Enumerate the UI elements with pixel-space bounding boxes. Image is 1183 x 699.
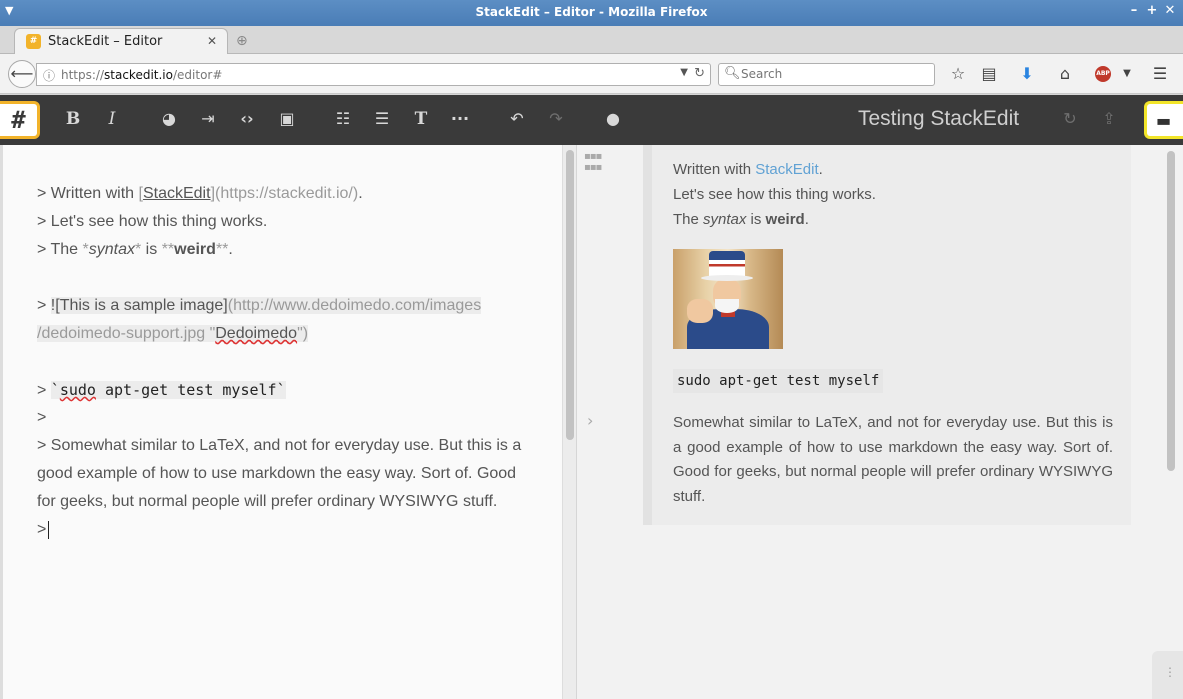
document-title[interactable]: Testing StackEdit bbox=[858, 107, 1019, 131]
tab-bar: # StackEdit – Editor ✕ ⊕ bbox=[0, 26, 1183, 55]
adblock-dropdown-icon[interactable]: ▼ bbox=[1116, 68, 1138, 79]
search-icon: 🔍︎ bbox=[724, 66, 741, 81]
download-icon[interactable]: ⬇ bbox=[1016, 64, 1038, 83]
preview-scrollbar-thumb[interactable] bbox=[1167, 151, 1175, 471]
uncle-sam-image bbox=[673, 249, 783, 349]
pane-gutter: ▪▪▪ ▪▪▪ › bbox=[577, 145, 643, 699]
url-dropdown-icon[interactable]: ▼ bbox=[680, 67, 688, 78]
chevron-right-icon[interactable]: › bbox=[587, 411, 593, 430]
heading-button[interactable]: T bbox=[409, 109, 433, 129]
editor-paragraph: > Somewhat similar to LaTeX, and not for… bbox=[37, 437, 522, 510]
redo-icon[interactable]: ↷ bbox=[544, 109, 568, 128]
stackedit-logo[interactable]: # bbox=[0, 101, 40, 139]
url-bar[interactable]: ⓘ https://stackedit.io/editor# ▼ ↻ bbox=[36, 63, 711, 86]
link-globe-icon[interactable]: ◕ bbox=[157, 109, 181, 128]
preview-code: sudo apt-get test myself bbox=[673, 369, 884, 393]
back-arrow-icon: ⟵ bbox=[10, 64, 34, 83]
undo-icon[interactable]: ↶ bbox=[505, 109, 529, 128]
preview-line: Let's see how this thing works. bbox=[673, 186, 876, 203]
editor-line: > Let's see how this thing works. bbox=[37, 213, 268, 230]
grip-icon[interactable]: ▪▪▪ ▪▪▪ bbox=[584, 151, 602, 173]
editor-line: > Written with [StackEdit](https://stack… bbox=[37, 185, 363, 202]
editor-line: > `sudo apt-get test myself` bbox=[37, 381, 286, 399]
preview-content: Written with StackEdit. Let's see how th… bbox=[673, 157, 1113, 509]
bookmark-star-icon[interactable]: ☆ bbox=[947, 64, 969, 83]
bulleted-list-icon[interactable]: ☰ bbox=[370, 109, 394, 128]
stackedit-favicon-icon: # bbox=[26, 34, 41, 49]
maximize-button[interactable]: + bbox=[1144, 3, 1160, 18]
minimize-button[interactable]: – bbox=[1126, 3, 1142, 18]
panel-toggle-handle[interactable]: ⋮ bbox=[1152, 651, 1183, 699]
documents-button[interactable]: ▬ bbox=[1144, 101, 1183, 139]
editor-line-cursor: > bbox=[37, 516, 527, 544]
tab-label: StackEdit – Editor bbox=[48, 34, 163, 49]
back-button[interactable]: ⟵ bbox=[8, 60, 36, 88]
bold-button[interactable]: B bbox=[61, 109, 85, 129]
preview-paragraph: Somewhat similar to LaTeX, and not for e… bbox=[673, 414, 1113, 505]
editor-line: > The *syntax* is **weird**. bbox=[37, 241, 233, 258]
window-title: StackEdit – Editor - Mozilla Firefox bbox=[475, 5, 708, 19]
vertical-dots-icon: ⋮ bbox=[1164, 665, 1176, 679]
editor-line: > bbox=[37, 409, 47, 426]
adblock-plus-icon[interactable]: ABP bbox=[1095, 66, 1111, 82]
search-input[interactable] bbox=[741, 67, 926, 81]
navigation-toolbar: ⟵ ⓘ https://stackedit.io/editor# ▼ ↻ 🔍︎ … bbox=[0, 54, 1183, 94]
image-icon[interactable]: ▣ bbox=[275, 109, 299, 128]
blockquote-icon[interactable]: ⇥ bbox=[196, 109, 220, 128]
url-text: https://stackedit.io/editor# bbox=[61, 68, 223, 82]
numbered-list-icon[interactable]: ☷ bbox=[331, 109, 355, 128]
hamburger-menu-icon[interactable]: ☰ bbox=[1149, 64, 1171, 83]
horizontal-rule-icon[interactable]: ··· bbox=[448, 109, 472, 128]
editor-scrollbar-thumb[interactable] bbox=[566, 150, 574, 440]
editor-scrollbar[interactable] bbox=[562, 145, 576, 699]
close-window-button[interactable]: ✕ bbox=[1162, 3, 1178, 18]
tab-stackedit[interactable]: # StackEdit – Editor ✕ bbox=[14, 28, 228, 55]
editor-line: /dedoimedo-support.jpg "Dedoimedo") bbox=[37, 325, 309, 342]
editor-blank-line bbox=[37, 348, 527, 376]
sync-icon[interactable]: ↻ bbox=[1058, 109, 1082, 128]
stackedit-link[interactable]: StackEdit bbox=[755, 161, 818, 178]
text-cursor bbox=[48, 520, 50, 539]
site-info-icon[interactable]: ⓘ bbox=[43, 67, 55, 84]
stackedit-app: # B I ◕ ⇥ ‹› ▣ ☷ ☰ T ··· ↶ ↷ ● Testing S… bbox=[0, 95, 1183, 699]
publish-icon[interactable]: ⇪ bbox=[1097, 109, 1121, 128]
reading-list-icon[interactable]: ▤ bbox=[978, 64, 1000, 83]
editor-line: > ![This is a sample image](http://www.d… bbox=[37, 297, 482, 314]
code-icon[interactable]: ‹› bbox=[235, 109, 259, 128]
preview-line: Written with StackEdit. bbox=[673, 161, 823, 178]
folder-icon: ▬ bbox=[1156, 111, 1172, 130]
home-icon[interactable]: ⌂ bbox=[1054, 64, 1076, 83]
italic-button[interactable]: I bbox=[100, 109, 124, 129]
preview-scrollbar[interactable] bbox=[1164, 145, 1178, 699]
close-tab-icon[interactable]: ✕ bbox=[207, 34, 217, 48]
new-tab-icon[interactable]: ⊕ bbox=[236, 33, 248, 49]
editor-toolbar: # B I ◕ ⇥ ‹› ▣ ☷ ☰ T ··· ↶ ↷ ● Testing S… bbox=[0, 95, 1183, 145]
editor-content[interactable]: > Written with [StackEdit](https://stack… bbox=[37, 180, 527, 544]
window-titlebar: ▼ StackEdit – Editor - Mozilla Firefox –… bbox=[0, 0, 1183, 26]
editor-blank-line bbox=[37, 264, 527, 292]
preview-line: The syntax is weird. bbox=[673, 211, 809, 228]
reload-icon[interactable]: ↻ bbox=[694, 66, 705, 81]
search-bar[interactable]: 🔍︎ bbox=[718, 63, 935, 86]
comment-icon[interactable]: ● bbox=[601, 109, 625, 128]
